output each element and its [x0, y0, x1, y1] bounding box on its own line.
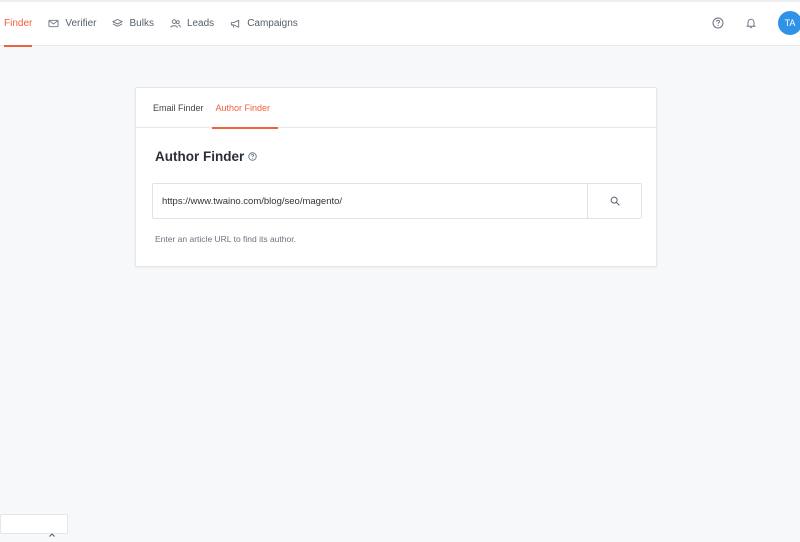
top-navigation-bar: Finder Verifier Bulks Leads Campaigns TA [0, 0, 800, 47]
collapsed-panel-toggle[interactable] [0, 514, 68, 537]
help-circle-icon[interactable] [712, 17, 724, 29]
nav-item-verifier[interactable]: Verifier [48, 0, 96, 46]
nav-item-finder[interactable]: Finder [4, 0, 33, 47]
url-search-box [152, 183, 642, 219]
bell-icon[interactable] [745, 17, 757, 29]
finder-tabs: Email Finder Author Finder [136, 88, 656, 129]
search-icon [610, 194, 620, 209]
tab-author-finder[interactable]: Author Finder [210, 88, 278, 129]
megaphone-icon [230, 18, 241, 29]
tab-email-finder[interactable]: Email Finder [147, 88, 210, 128]
nav-label-bulks: Bulks [129, 17, 154, 29]
search-button[interactable] [587, 184, 641, 218]
user-avatar[interactable]: TA [778, 11, 800, 35]
chevron-up-icon [49, 524, 55, 537]
avatar-initials: TA [784, 18, 796, 28]
nav-label-verifier: Verifier [65, 17, 97, 29]
users-icon [170, 18, 181, 29]
tab-label-email-finder: Email Finder [153, 103, 204, 113]
nav-label-leads: Leads [186, 17, 215, 29]
header-tools: TA [712, 0, 800, 46]
nav-item-leads[interactable]: Leads [170, 0, 214, 46]
page-title-text: Author Finder [155, 149, 245, 164]
helper-text: Enter an article URL to find its author. [155, 234, 296, 244]
article-url-input[interactable] [153, 184, 587, 218]
help-circle-icon[interactable] [248, 152, 257, 161]
nav-item-bulks[interactable]: Bulks [112, 0, 154, 46]
page-title: Author Finder [155, 149, 257, 164]
layers-icon [112, 18, 124, 29]
mail-check-icon [48, 18, 59, 29]
nav-label-campaigns: Campaigns [247, 17, 298, 29]
nav-item-campaigns[interactable]: Campaigns [230, 0, 298, 46]
nav-label-finder: Finder [4, 17, 33, 29]
main-nav: Finder Verifier Bulks Leads Campaigns [0, 0, 314, 47]
author-finder-card: Email Finder Author Finder Author Finder… [135, 87, 657, 267]
tab-label-author-finder: Author Finder [215, 103, 271, 113]
